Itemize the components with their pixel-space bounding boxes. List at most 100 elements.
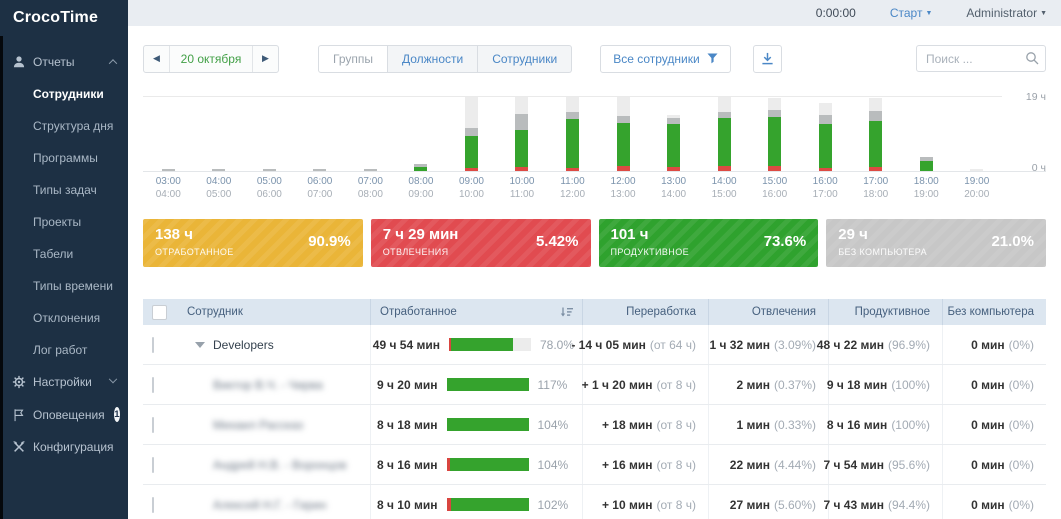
sidebar-section-label: Оповещения	[33, 408, 105, 422]
chart-column	[244, 97, 295, 171]
chart-hour-label: 15:00 16:00	[749, 175, 800, 201]
sidebar-item-label: Типы времени	[33, 279, 120, 293]
distractions-cell: 27 мин(5.60%)	[708, 485, 828, 519]
bar-segment-productive	[465, 136, 478, 168]
chart-column	[648, 97, 699, 171]
employee-name: Developers	[213, 338, 274, 352]
chart-hour-label: 14:00 15:00	[699, 175, 750, 201]
productive-cell: 7 ч 54 мин(95.6%)	[828, 445, 942, 484]
search-icon[interactable]	[1025, 51, 1039, 65]
bar-segment-offline	[566, 112, 579, 119]
worked-progress-bar	[447, 498, 529, 511]
row-checkbox[interactable]	[152, 417, 154, 433]
chart-hour-label: 07:00 08:00	[345, 175, 396, 201]
view-toggle-button[interactable]: Сотрудники	[478, 45, 572, 73]
prev-day-button[interactable]: ◀	[144, 46, 169, 72]
chevron-down-icon: ▼	[1040, 10, 1047, 17]
chevron-down-icon: ▼	[925, 10, 932, 17]
sidebar-item-лог-работ[interactable]: Лог работ	[0, 334, 128, 366]
download-icon	[761, 52, 774, 65]
row-checkbox[interactable]	[152, 377, 154, 393]
worked-progress-bar	[447, 378, 529, 391]
row-checkbox[interactable]	[152, 497, 154, 513]
start-timer-button[interactable]: Старт▼	[890, 6, 933, 20]
sort-desc-icon[interactable]	[560, 307, 573, 318]
sidebar-item-сотрудники[interactable]: Сотрудники	[0, 78, 128, 110]
bar-segment-offline	[768, 110, 781, 117]
chart-column	[901, 97, 952, 171]
topbar: 0:00:00 Старт▼ Administrator▼	[128, 0, 1061, 26]
chart-baseline	[143, 171, 1046, 172]
chart-hour-label: 06:00 07:00	[295, 175, 346, 201]
column-header-overtime[interactable]: Переработка	[582, 299, 708, 325]
summary-card: 101 ч ПРОДУКТИВНОЕ 73.6%	[599, 219, 819, 267]
sidebar-item-отклонения[interactable]: Отклонения	[0, 302, 128, 334]
sidebar-item-типы-времени[interactable]: Типы времени	[0, 270, 128, 302]
sidebar-item-программы[interactable]: Программы	[0, 142, 128, 174]
content: ◀ 20 октября ▶ ГруппыДолжностиСотрудники…	[128, 26, 1061, 519]
sidebar-item-label: Табели	[33, 247, 120, 261]
chart-hour-label: 19:00 20:00	[952, 175, 1003, 201]
chart-columns	[143, 97, 1002, 171]
sidebar-section-label: Настройки	[33, 375, 103, 389]
overtime-cell: + 1 ч 20 мин(от 8 ч)	[582, 365, 708, 404]
chart-column	[295, 97, 346, 171]
card-percent: 5.42%	[536, 233, 579, 250]
view-toggle-button[interactable]: Должности	[388, 45, 478, 73]
chart-hour-label: 08:00 09:00	[396, 175, 447, 201]
sidebar-item-табели[interactable]: Табели	[0, 238, 128, 270]
gear-icon	[12, 375, 26, 389]
table-header: Сотрудник Отработанное Переработка Отвле…	[143, 299, 1046, 325]
bar-segment-offline	[869, 111, 882, 121]
sidebar-section-settings[interactable]: Настройки	[0, 366, 128, 398]
date-display[interactable]: 20 октября	[169, 46, 253, 72]
table-body: Developers 49 ч 54 мин 78.0% - 14 ч 05 м…	[143, 325, 1046, 519]
productive-cell: 8 ч 16 мин(100%)	[828, 405, 942, 444]
column-header-employee[interactable]: Сотрудник	[183, 299, 370, 325]
worked-progress-bar	[449, 338, 531, 351]
chart-column	[143, 97, 194, 171]
sidebar-item-проекты[interactable]: Проекты	[0, 206, 128, 238]
employee-name: Михаил Рассказ	[213, 418, 303, 432]
sidebar-section-configuration[interactable]: Конфигурация	[0, 431, 128, 463]
bar-segment-idle	[617, 97, 630, 116]
chart-hour-label: 18:00 19:00	[901, 175, 952, 201]
column-header-offline[interactable]: Без компьютера	[942, 299, 1046, 325]
expander-icon[interactable]	[195, 342, 205, 348]
chart-hour-label: 10:00 11:00	[497, 175, 548, 201]
sidebar-item-label: Структура дня	[33, 119, 120, 133]
bar-segment-productive	[920, 161, 933, 171]
export-button[interactable]	[753, 45, 782, 73]
sidebar-item-label: Проекты	[33, 215, 120, 229]
worked-value: 8 ч 18 мин	[377, 418, 438, 432]
sidebar-item-типы-задач[interactable]: Типы задач	[0, 174, 128, 206]
view-toggle-button[interactable]: Группы	[318, 45, 388, 73]
distractions-cell: 1 ч 32 мин(3.09%)	[708, 325, 828, 364]
sidebar-item-структура-дня[interactable]: Структура дня	[0, 110, 128, 142]
distractions-cell: 22 мин(4.44%)	[708, 445, 828, 484]
bar-segment-productive	[869, 121, 882, 167]
employees-filter-button[interactable]: Все сотрудники	[600, 45, 730, 73]
row-checkbox[interactable]	[152, 337, 154, 353]
summary-card: 29 ч БЕЗ КОМПЬЮТЕРА 21.0%	[826, 219, 1046, 267]
chart-column	[800, 97, 851, 171]
chart-hour-label: 13:00 14:00	[648, 175, 699, 201]
offline-cell: 0 мин(0%)	[942, 445, 1046, 484]
sidebar-section-alerts[interactable]: Оповещения 1	[0, 398, 128, 431]
select-all-checkbox[interactable]	[152, 305, 167, 320]
column-header-productive[interactable]: Продуктивное	[828, 299, 942, 325]
worked-percent: 104%	[538, 458, 575, 472]
user-menu[interactable]: Administrator▼	[966, 6, 1047, 20]
row-checkbox[interactable]	[152, 457, 154, 473]
chart-column	[194, 97, 245, 171]
y-axis-min-label: 0 ч	[1032, 162, 1046, 174]
sidebar-section-reports[interactable]: Отчеты	[0, 46, 128, 78]
column-header-worked[interactable]: Отработанное	[370, 299, 582, 325]
card-percent: 90.9%	[308, 233, 351, 250]
column-header-distractions[interactable]: Отвлечения	[708, 299, 828, 325]
chart-plot	[143, 96, 1002, 170]
bar-segment-productive	[768, 117, 781, 166]
bar-segment-idle	[768, 98, 781, 110]
next-day-button[interactable]: ▶	[253, 46, 278, 72]
flag-icon	[12, 408, 26, 422]
